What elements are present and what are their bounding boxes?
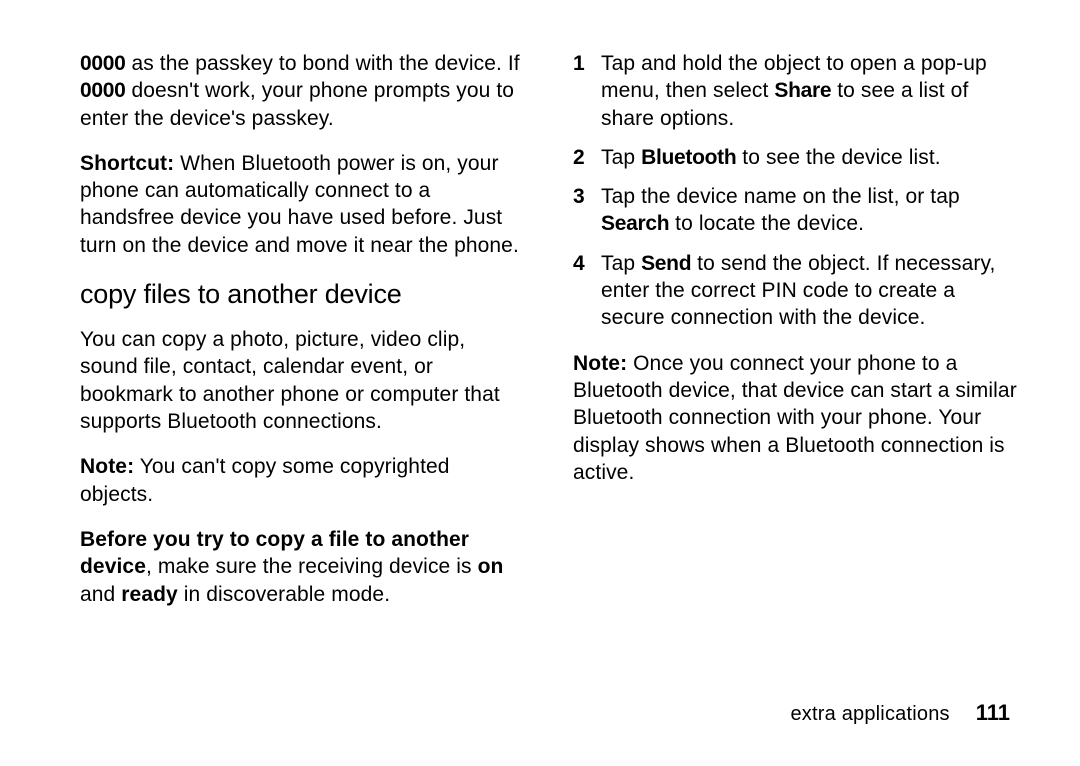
copyright-note: Note: You can't copy some copyrighted ob…	[80, 453, 527, 508]
copy-description: You can copy a photo, picture, video cli…	[80, 326, 527, 435]
footer-page-number: 111	[976, 700, 1010, 726]
step-body: Tap Send to send the object. If necessar…	[601, 250, 1020, 332]
manual-page: 0000 as the passkey to bond with the dev…	[0, 0, 1080, 766]
step-item: 3 Tap the device name on the list, or ta…	[573, 183, 1020, 238]
text: You can't copy some copyrighted objects.	[80, 455, 450, 505]
passkey-code: 0000	[80, 52, 126, 75]
text: in discoverable mode.	[178, 583, 390, 606]
step-number: 1	[573, 50, 601, 77]
ui-term: Share	[774, 79, 831, 102]
ui-term: Send	[641, 252, 691, 275]
on-bold: on	[478, 555, 504, 578]
text: Tap	[601, 146, 641, 169]
footer-section-name: extra applications	[790, 703, 949, 726]
text: to locate the device.	[669, 212, 864, 235]
steps-list: 1 Tap and hold the object to open a pop-…	[573, 50, 1020, 332]
section-heading: copy files to another device	[80, 277, 527, 312]
step-item: 1 Tap and hold the object to open a pop-…	[573, 50, 1020, 132]
text: Tap the device name on the list, or tap	[601, 185, 960, 208]
step-body: Tap and hold the object to open a pop-up…	[601, 50, 1020, 132]
step-item: 2 Tap Bluetooth to see the device list.	[573, 144, 1020, 171]
step-number: 4	[573, 250, 601, 277]
precondition-paragraph: Before you try to copy a file to another…	[80, 526, 527, 608]
shortcut-paragraph: Shortcut: When Bluetooth power is on, yo…	[80, 150, 527, 259]
step-number: 2	[573, 144, 601, 171]
right-column: 1 Tap and hold the object to open a pop-…	[573, 50, 1020, 690]
step-body: Tap Bluetooth to see the device list.	[601, 144, 1020, 171]
connection-note: Note: Once you connect your phone to a B…	[573, 350, 1020, 486]
text: Tap	[601, 252, 641, 275]
shortcut-label: Shortcut:	[80, 152, 174, 175]
text: doesn't work, your phone prompts you to …	[80, 79, 514, 129]
ui-term: Bluetooth	[641, 146, 736, 169]
passkey-code: 0000	[80, 79, 126, 102]
ready-bold: ready	[121, 583, 178, 606]
two-column-layout: 0000 as the passkey to bond with the dev…	[80, 50, 1020, 690]
passkey-paragraph: 0000 as the passkey to bond with the dev…	[80, 50, 527, 132]
note-label: Note:	[573, 352, 627, 375]
page-footer: extra applications 111	[80, 690, 1020, 726]
text: as the passkey to bond with the device. …	[126, 52, 520, 75]
left-column: 0000 as the passkey to bond with the dev…	[80, 50, 527, 690]
text: to see the device list.	[736, 146, 940, 169]
text: , make sure the receiving device is	[146, 555, 478, 578]
text: Once you connect your phone to a Bluetoo…	[573, 352, 1017, 484]
step-number: 3	[573, 183, 601, 210]
note-label: Note:	[80, 455, 134, 478]
step-item: 4 Tap Send to send the object. If necess…	[573, 250, 1020, 332]
text: and	[80, 583, 121, 606]
ui-term: Search	[601, 212, 669, 235]
step-body: Tap the device name on the list, or tap …	[601, 183, 1020, 238]
